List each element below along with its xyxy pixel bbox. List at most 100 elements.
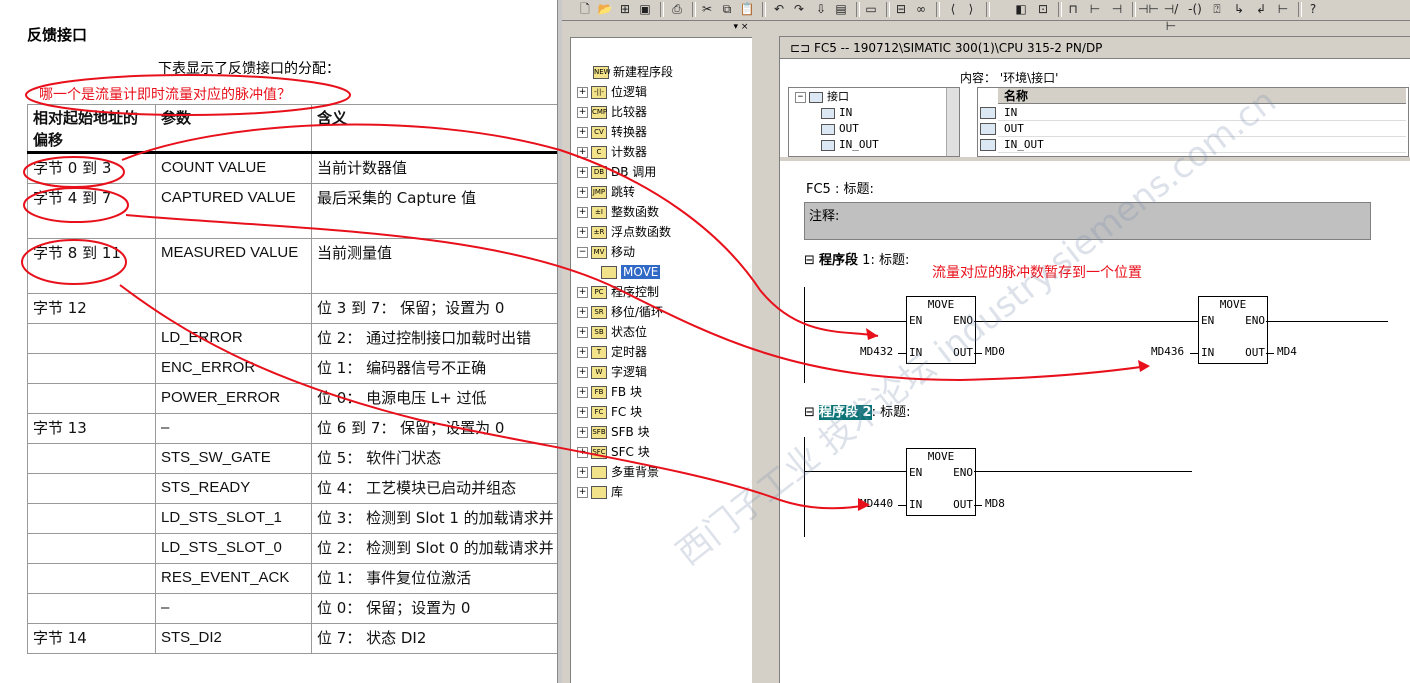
- cell-meaning: 位 2： 检测到 Slot 0 的加载请求并: [311, 533, 557, 564]
- catalog-close-icon[interactable]: ×: [741, 22, 749, 32]
- catalog-item-8[interactable]: + ±R 浮点数函数: [577, 223, 671, 241]
- move2-out-operand[interactable]: MD4: [1277, 345, 1297, 358]
- expand-icon[interactable]: +: [577, 107, 588, 118]
- interface-item-in[interactable]: IN: [821, 105, 852, 121]
- cut-icon[interactable]: ✂: [698, 1, 716, 18]
- cell-param: LD_STS_SLOT_1: [155, 503, 312, 534]
- no-contact-icon[interactable]: ⊣⊢: [1138, 1, 1159, 18]
- expand-icon[interactable]: +: [577, 387, 588, 398]
- close-branch-icon[interactable]: ⊣: [1108, 1, 1126, 18]
- catalog-item-13[interactable]: + SB 状态位: [577, 323, 647, 341]
- window-icon[interactable]: ▭: [862, 1, 880, 18]
- catalog-item-1[interactable]: + -||- 位逻辑: [577, 83, 647, 101]
- next-network-icon[interactable]: ⟩: [962, 1, 980, 18]
- expand-icon[interactable]: +: [577, 87, 588, 98]
- catalog-item-0[interactable]: NEW 新建程序段: [577, 63, 673, 81]
- expand-icon[interactable]: +: [577, 347, 588, 358]
- connection-icon[interactable]: ⊢: [1274, 1, 1292, 18]
- zoom-icon[interactable]: ⊡: [1034, 1, 1052, 18]
- help-icon[interactable]: ?: [1304, 1, 1322, 18]
- save-icon[interactable]: ▣: [636, 1, 654, 18]
- interface-root[interactable]: − 接口: [795, 89, 849, 105]
- expand-icon[interactable]: +: [577, 167, 588, 178]
- catalog-item-12[interactable]: + SR 移位/循环: [577, 303, 663, 321]
- catalog-item-14[interactable]: + T 定时器: [577, 343, 647, 361]
- overview-icon[interactable]: ◧: [1012, 1, 1030, 18]
- catalog-item-label: 整数函数: [611, 205, 660, 219]
- expand-icon[interactable]: +: [577, 367, 588, 378]
- catalog-item-20[interactable]: + 多重背景: [577, 463, 659, 481]
- expand-icon[interactable]: +: [577, 187, 588, 198]
- open-icon[interactable]: 📂: [596, 1, 614, 18]
- glasses-icon[interactable]: ∞: [912, 1, 930, 18]
- accessible-nodes-icon[interactable]: ⊟: [892, 1, 910, 18]
- move-block-3[interactable]: MOVE EN ENO IN OUT: [906, 448, 976, 516]
- catalog-item-10[interactable]: MOVE: [601, 263, 661, 281]
- copy-icon[interactable]: ⧉: [718, 1, 736, 18]
- interface-item-out[interactable]: OUT: [821, 121, 859, 137]
- empty-box-icon[interactable]: ⍰: [1208, 1, 1226, 18]
- paste-icon[interactable]: 📋: [738, 1, 756, 18]
- expand-icon[interactable]: +: [577, 127, 588, 138]
- expand-icon[interactable]: +: [577, 227, 588, 238]
- catalog-item-9[interactable]: − MV 移动: [577, 243, 635, 261]
- prev-network-icon[interactable]: ⟨: [944, 1, 962, 18]
- move3-out-operand[interactable]: MD8: [985, 497, 1005, 510]
- interface-item-inout[interactable]: IN_OUT: [821, 137, 879, 153]
- move3-in-operand[interactable]: MD440: [860, 497, 893, 510]
- insert-network-icon[interactable]: ⊓: [1064, 1, 1082, 18]
- expand-icon[interactable]: +: [577, 467, 588, 478]
- expand-icon[interactable]: +: [577, 327, 588, 338]
- expand-icon[interactable]: +: [577, 487, 588, 498]
- catalog-item-2[interactable]: + CMP 比较器: [577, 103, 647, 121]
- network-1-title[interactable]: ⊟ 程序段 1: 标题:: [804, 249, 909, 268]
- catalog-scrollbar[interactable]: [752, 37, 764, 683]
- catalog-item-4[interactable]: + C 计数器: [577, 143, 647, 161]
- cell-param: LD_STS_SLOT_0: [155, 533, 312, 564]
- move1-out-operand[interactable]: MD0: [985, 345, 1005, 358]
- branch-icon[interactable]: ⊢: [1086, 1, 1104, 18]
- move1-in-operand[interactable]: MD432: [860, 345, 893, 358]
- catalog-item-label: SFB 块: [611, 425, 650, 439]
- cell-param: MEASURED VALUE: [155, 238, 312, 294]
- move-block-icon: [601, 266, 617, 279]
- new-icon[interactable]: 🗋: [576, 1, 594, 18]
- catalog-item-17[interactable]: + FC FC 块: [577, 403, 642, 421]
- power-rail: [804, 287, 805, 383]
- move2-in-operand[interactable]: MD436: [1151, 345, 1184, 358]
- cell-param: POWER_ERROR: [155, 383, 312, 414]
- catalog-item-5[interactable]: + DB DB 调用: [577, 163, 656, 181]
- catalog-item-18[interactable]: + SFB SFB 块: [577, 423, 650, 441]
- expand-icon[interactable]: +: [577, 207, 588, 218]
- pane-splitter[interactable]: [780, 157, 1410, 161]
- expand-icon[interactable]: +: [577, 407, 588, 418]
- nc-contact-icon[interactable]: ⊣/⊢: [1162, 1, 1180, 33]
- expand-icon[interactable]: +: [577, 147, 588, 158]
- catalog-item-6[interactable]: + JMP 跳转: [577, 183, 635, 201]
- network-icon[interactable]: ⊞: [616, 1, 634, 18]
- expand-icon[interactable]: +: [577, 447, 588, 458]
- print-icon[interactable]: ⎙: [668, 1, 686, 18]
- undo-icon[interactable]: ↶: [770, 1, 788, 18]
- expand-icon[interactable]: +: [577, 427, 588, 438]
- catalog-item-11[interactable]: + PC 程序控制: [577, 283, 659, 301]
- expand-icon[interactable]: +: [577, 307, 588, 318]
- catalog-item-15[interactable]: + W 字逻辑: [577, 363, 647, 381]
- coil-icon[interactable]: -(): [1186, 1, 1204, 18]
- download-icon[interactable]: ⇩: [812, 1, 830, 18]
- catalog-item-7[interactable]: + ±I 整数函数: [577, 203, 659, 221]
- open-branch-icon[interactable]: ↳: [1230, 1, 1248, 18]
- catalog-item-19[interactable]: + SFC SFC 块: [577, 443, 650, 461]
- expand-icon[interactable]: +: [577, 287, 588, 298]
- close-branch-arrow-icon[interactable]: ↲: [1252, 1, 1270, 18]
- monitor-icon[interactable]: ▤: [832, 1, 850, 18]
- catalog-pin-icon[interactable]: ▾: [734, 22, 739, 32]
- redo-icon[interactable]: ↷: [790, 1, 808, 18]
- catalog-item-21[interactable]: + 库: [577, 483, 623, 501]
- interface-tree-scrollbar[interactable]: [946, 88, 959, 156]
- catalog-item-16[interactable]: + FB FB 块: [577, 383, 642, 401]
- collapse-icon[interactable]: −: [577, 247, 588, 258]
- catalog-item-3[interactable]: + CV 转换器: [577, 123, 647, 141]
- move-block-2[interactable]: MOVE EN ENO IN OUT: [1198, 296, 1268, 364]
- word-logic-icon: W: [591, 366, 607, 379]
